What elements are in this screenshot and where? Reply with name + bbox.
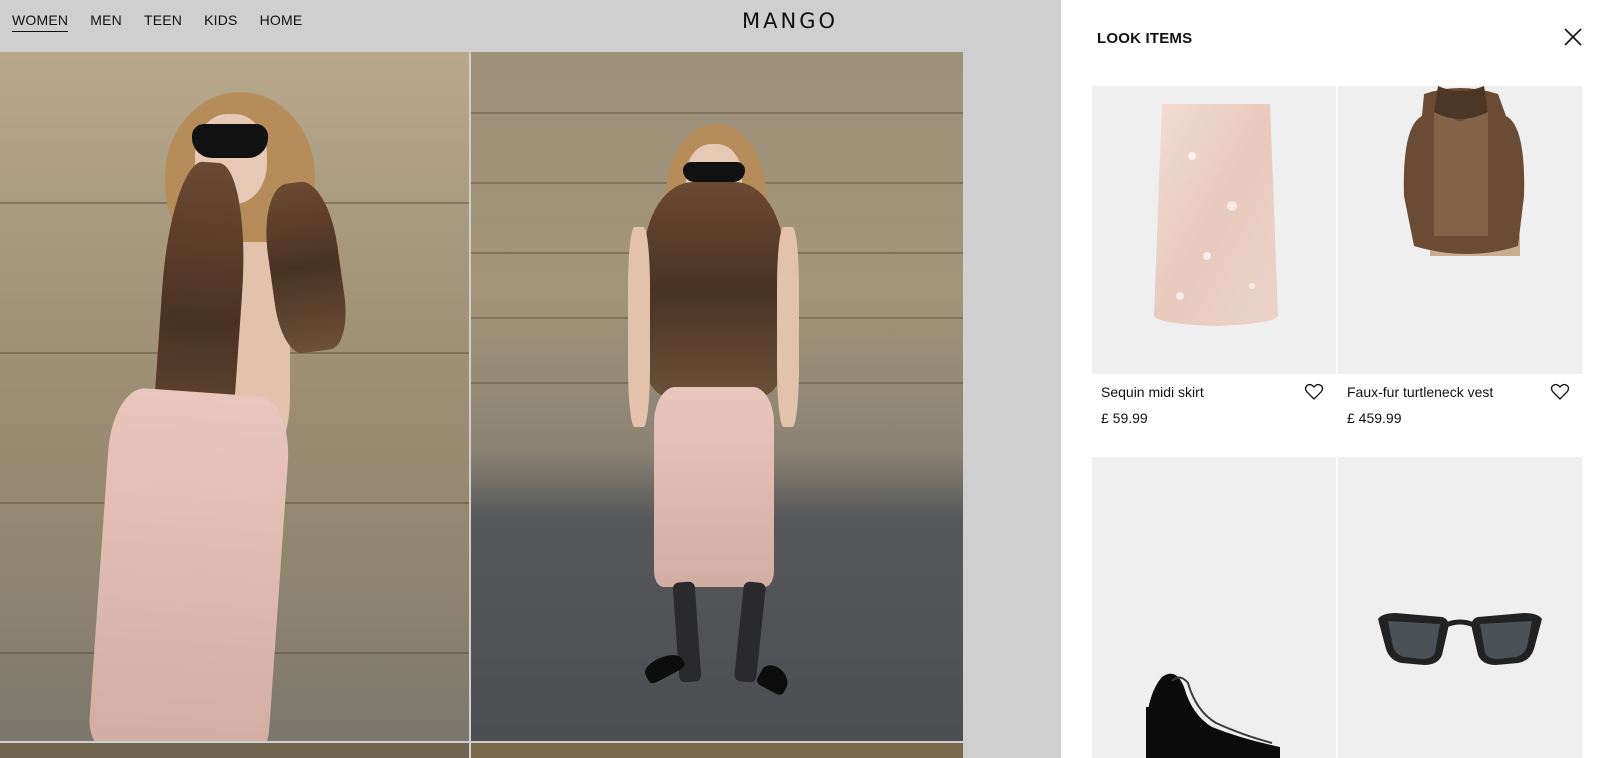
product-image-sequin-skirt[interactable] — [1092, 86, 1336, 374]
nav-item-kids[interactable]: KIDS — [204, 12, 237, 32]
product-image-faux-fur-vest[interactable] — [1338, 86, 1582, 374]
product-name[interactable]: Faux-fur turtleneck vest — [1347, 384, 1493, 400]
nav-item-home[interactable]: HOME — [260, 12, 303, 32]
look-photo-right[interactable] — [471, 52, 963, 741]
product-price: £ 459.99 — [1347, 410, 1402, 426]
panel-title: LOOK ITEMS — [1097, 30, 1193, 47]
brand-logo[interactable]: MANGO — [742, 9, 838, 33]
heart-icon[interactable] — [1550, 382, 1570, 402]
product-card[interactable]: Sequin midi skirt £ 59.99 — [1092, 86, 1336, 426]
heart-icon[interactable] — [1304, 382, 1324, 402]
look-photo-left[interactable] — [0, 52, 469, 741]
product-name[interactable]: Sequin midi skirt — [1101, 384, 1204, 400]
product-card[interactable]: Faux-fur turtleneck vest £ 459.99 — [1338, 86, 1582, 426]
nav-item-women[interactable]: WOMEN — [12, 12, 69, 32]
top-navigation-bar: WOMEN MEN TEEN KIDS HOME MANGO — [0, 0, 1061, 52]
product-card[interactable] — [1092, 457, 1336, 758]
look-photo-right-2[interactable] — [471, 743, 963, 758]
main-nav: WOMEN MEN TEEN KIDS HOME — [12, 12, 302, 32]
nav-item-men[interactable]: MEN — [90, 12, 122, 32]
product-price: £ 59.99 — [1101, 410, 1148, 426]
background-page: WOMEN MEN TEEN KIDS HOME MANGO — [0, 0, 1061, 758]
look-items-panel: LOOK ITEMS Sequin midi skirt £ 59.99 Fau… — [1061, 0, 1600, 758]
product-image-heel[interactable] — [1092, 457, 1336, 758]
close-icon[interactable] — [1562, 26, 1584, 48]
product-card[interactable] — [1338, 457, 1582, 758]
product-image-sunglasses[interactable] — [1338, 457, 1582, 758]
look-photo-left-2[interactable] — [0, 743, 469, 758]
nav-item-teen[interactable]: TEEN — [144, 12, 182, 32]
